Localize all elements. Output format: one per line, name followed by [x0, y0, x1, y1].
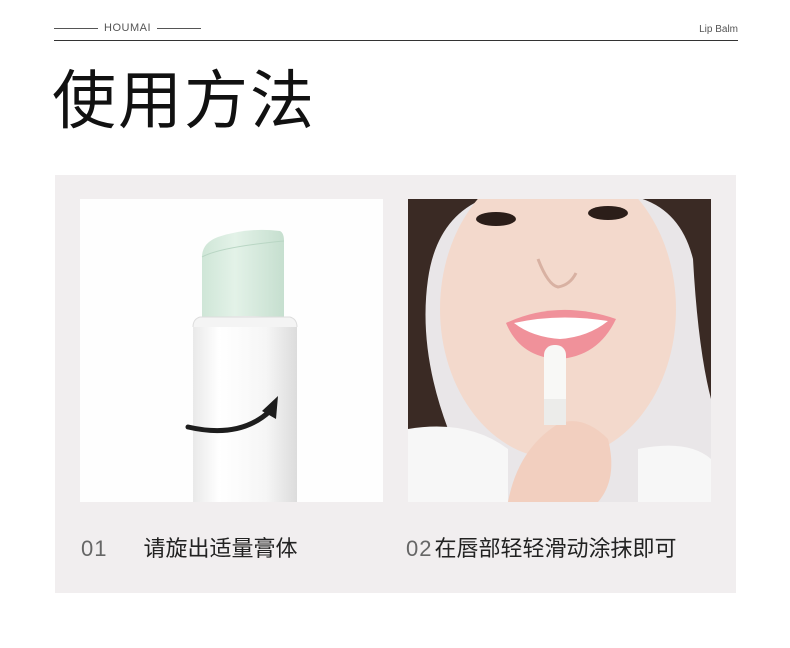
step-1-caption: 01 请旋出适量膏体 [81, 531, 298, 563]
brand-dash-right [157, 27, 201, 29]
step-1-text: 请旋出适量膏体 [143, 537, 298, 562]
step-1-number: 01 [81, 536, 108, 561]
brand-name: HOUMAI [104, 22, 151, 34]
step-2-caption: 02 在唇部轻轻滑动涂抹即可 [406, 531, 677, 563]
step-2-number: 02 [406, 536, 433, 561]
step2-image [408, 199, 711, 502]
product-name: Lip Balm [699, 24, 738, 35]
lip-balm-stick-illustration [185, 229, 298, 502]
step-2-text: 在唇部轻轻滑动涂抹即可 [434, 537, 677, 562]
brand-line: HOUMAI [54, 22, 201, 34]
page-title: 使用方法 [52, 65, 316, 139]
step1-image [80, 199, 383, 502]
header-rule [54, 40, 738, 41]
woman-applying-balm-photo [408, 199, 711, 502]
brand-dash-left [54, 27, 98, 29]
